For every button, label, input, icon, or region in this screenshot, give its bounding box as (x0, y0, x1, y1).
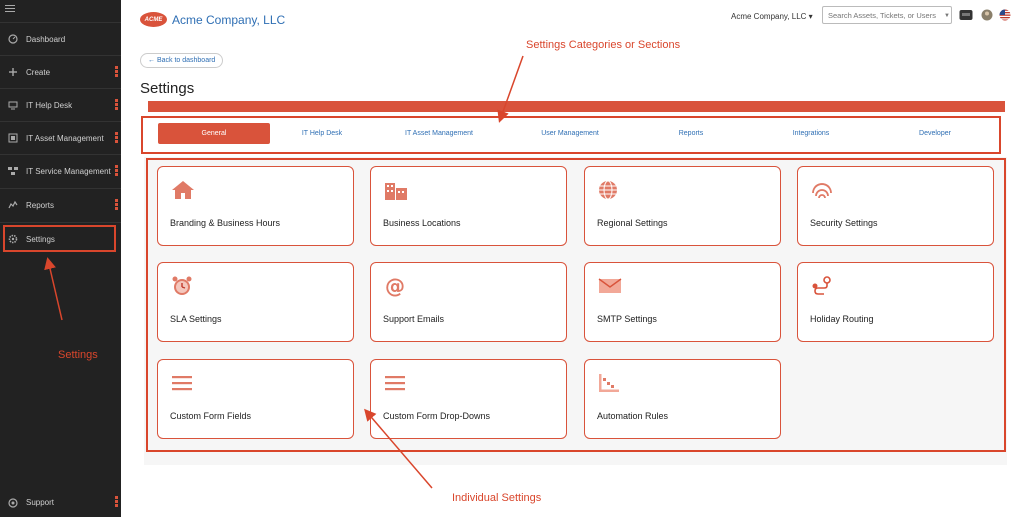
arrow-to-settings (44, 257, 63, 321)
annotation-settings: Settings (58, 349, 98, 361)
arrow-to-tabs (497, 55, 524, 123)
annotation-settings-categories: Settings Categories or Sections (526, 39, 681, 51)
arrow-to-cards (364, 408, 433, 489)
annotation-arrows (44, 55, 524, 489)
annotation-individual-settings: Individual Settings (452, 492, 542, 504)
